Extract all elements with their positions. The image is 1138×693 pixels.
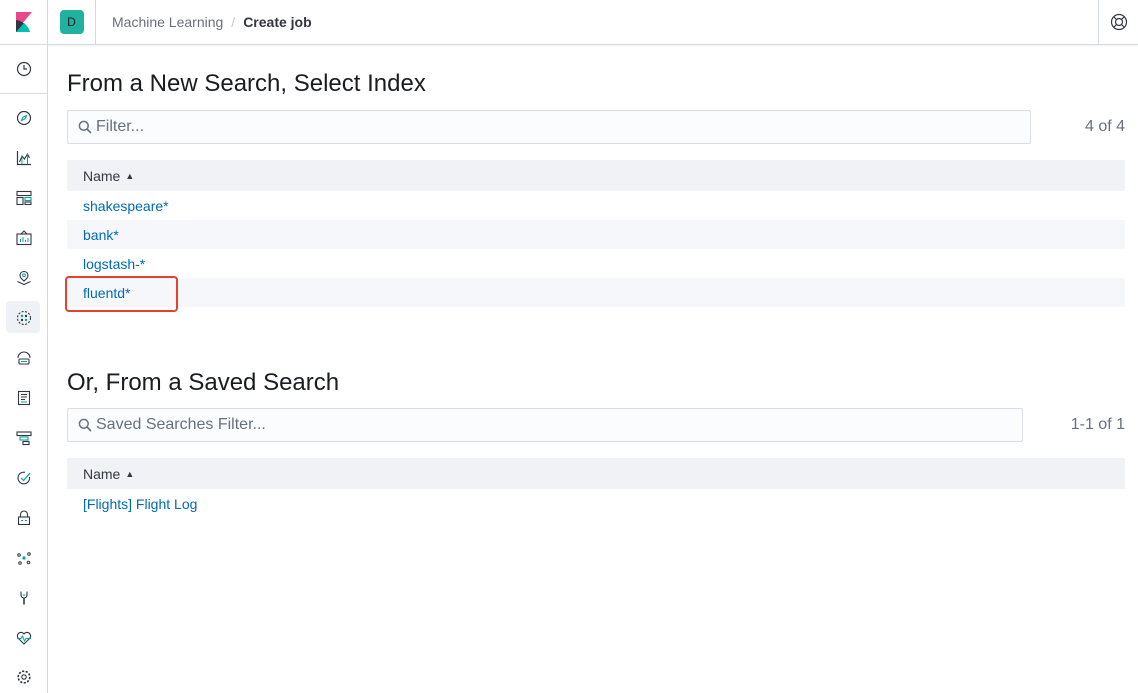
nav-discover[interactable] xyxy=(0,101,47,135)
nav-monitoring[interactable] xyxy=(0,621,47,655)
breadcrumb-machine-learning[interactable]: Machine Learning xyxy=(112,14,223,30)
side-nav xyxy=(0,45,48,693)
logs-icon xyxy=(17,390,30,406)
saved-search-link[interactable]: [Flights] Flight Log xyxy=(83,496,197,512)
index-filter-input[interactable]: Filter... xyxy=(67,110,1031,144)
index-link[interactable]: bank* xyxy=(83,227,119,243)
nav-dashboard[interactable] xyxy=(0,181,47,215)
nav-maps[interactable] xyxy=(0,261,47,295)
nav-divider xyxy=(0,93,47,94)
space-selector[interactable]: D xyxy=(48,0,96,44)
top-header: D Machine Learning / Create job xyxy=(0,0,1138,45)
nav-canvas[interactable] xyxy=(0,221,47,255)
machine-learning-icon xyxy=(16,310,31,326)
saved-search-count: 1-1 of 1 xyxy=(1070,416,1125,433)
space-avatar[interactable]: D xyxy=(59,10,84,34)
highlight-annotation xyxy=(65,276,178,312)
saved-search-filter-input[interactable]: Saved Searches Filter... xyxy=(67,408,1023,442)
canvas-icon xyxy=(15,230,32,246)
column-name-header[interactable]: Name xyxy=(83,466,120,482)
sort-ascending-icon[interactable]: ▲ xyxy=(125,171,134,181)
search-icon xyxy=(78,418,92,432)
nav-apm[interactable] xyxy=(0,421,47,455)
breadcrumb-create-job: Create job xyxy=(243,14,312,30)
infrastructure-icon xyxy=(16,351,31,365)
nav-recently-viewed[interactable] xyxy=(0,52,47,86)
column-name-header[interactable]: Name xyxy=(83,168,120,184)
saved-search-filter-placeholder: Saved Searches Filter... xyxy=(96,416,266,433)
nav-visualize[interactable] xyxy=(0,141,47,175)
kibana-logo-icon xyxy=(15,12,32,32)
dashboard-icon xyxy=(15,190,32,206)
table-row[interactable]: [Flights] Flight Log xyxy=(67,489,1125,518)
index-table-header[interactable]: Name ▲ xyxy=(67,160,1125,191)
index-link[interactable]: shakespeare* xyxy=(83,198,169,214)
help-button[interactable] xyxy=(1098,0,1138,44)
nav-dev-tools[interactable] xyxy=(0,581,47,615)
graph-icon xyxy=(16,552,31,565)
index-filter-placeholder: Filter... xyxy=(96,118,145,135)
monitoring-icon xyxy=(16,631,31,645)
compass-icon xyxy=(16,110,31,126)
table-row[interactable]: bank* xyxy=(67,220,1125,249)
nav-infrastructure[interactable] xyxy=(0,341,47,375)
breadcrumb-separator: / xyxy=(231,14,236,30)
nav-uptime[interactable] xyxy=(0,461,47,495)
nav-graph[interactable] xyxy=(0,541,47,575)
management-icon xyxy=(16,670,31,684)
siem-icon xyxy=(17,510,30,526)
saved-search-table-header[interactable]: Name ▲ xyxy=(67,458,1125,489)
index-count: 4 of 4 xyxy=(1084,118,1125,135)
search-icon xyxy=(78,120,92,134)
breadcrumb: Machine Learning / Create job xyxy=(112,0,312,44)
dev-tools-icon xyxy=(19,591,28,605)
chart-icon xyxy=(16,151,31,166)
clock-icon xyxy=(16,61,31,77)
help-icon xyxy=(1110,13,1127,31)
kibana-logo[interactable] xyxy=(0,0,48,44)
sort-ascending-icon[interactable]: ▲ xyxy=(125,469,134,479)
table-row[interactable]: fluentd* xyxy=(67,278,1125,307)
index-section-title: From a New Search, Select Index xyxy=(67,70,426,97)
nav-siem[interactable] xyxy=(0,501,47,535)
uptime-icon xyxy=(16,471,30,485)
main-content: From a New Search, Select Index Filter..… xyxy=(48,45,1138,693)
table-row[interactable]: logstash-* xyxy=(67,249,1125,278)
apm-icon xyxy=(15,431,32,446)
nav-management[interactable] xyxy=(0,660,47,693)
nav-machine-learning[interactable] xyxy=(0,301,47,335)
saved-section-title: Or, From a Saved Search xyxy=(67,369,340,396)
table-row[interactable]: shakespeare* xyxy=(67,191,1125,220)
nav-logs[interactable] xyxy=(0,381,47,415)
maps-icon xyxy=(16,270,31,286)
index-link[interactable]: logstash-* xyxy=(83,256,145,272)
